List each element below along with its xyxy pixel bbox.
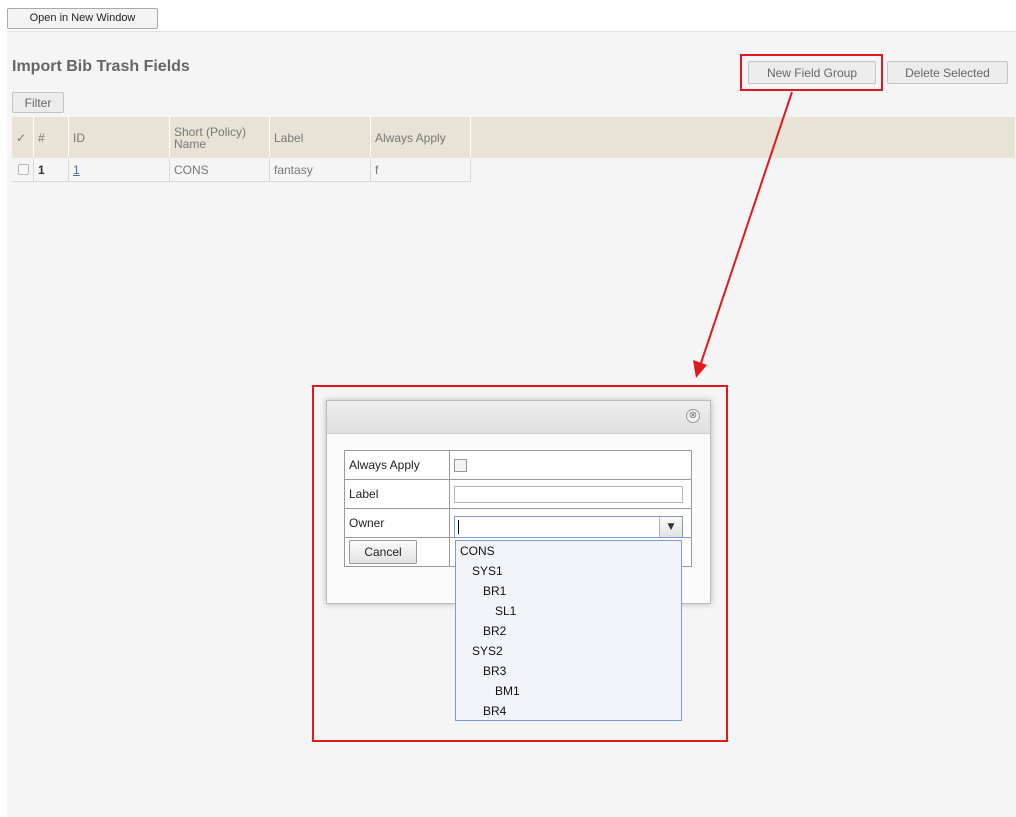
owner-option-br4[interactable]: BR4 xyxy=(483,704,506,718)
column-header-label[interactable]: Label xyxy=(270,117,371,158)
highlight-new-field-group xyxy=(740,54,883,91)
always-apply-checkbox[interactable] xyxy=(454,458,467,472)
owner-dropdown-list: CONS SYS1 BR1 SL1 BR2 SYS2 BR3 BM1 BR4 xyxy=(455,540,682,721)
table-row: 1 1 CONS fantasy f xyxy=(12,158,471,182)
select-all-header[interactable]: ✓ xyxy=(12,117,34,158)
always-apply-value-cell xyxy=(449,450,692,480)
owner-option-sl1[interactable]: SL1 xyxy=(495,604,516,618)
column-header-id[interactable]: ID xyxy=(69,117,170,158)
delete-selected-button[interactable]: Delete Selected xyxy=(887,61,1008,84)
label-row: Label xyxy=(344,479,692,509)
always-apply-row: Always Apply xyxy=(344,450,692,480)
row-short-name: CONS xyxy=(170,158,270,182)
column-header-number: # xyxy=(34,117,69,158)
always-apply-label: Always Apply xyxy=(344,450,450,480)
row-number: 1 xyxy=(34,158,69,182)
owner-select[interactable]: ▼ xyxy=(454,516,683,538)
row-select-cell xyxy=(12,158,34,182)
label-value-cell xyxy=(449,479,692,509)
row-id-cell: 1 xyxy=(69,158,170,182)
close-icon[interactable]: ⊗ xyxy=(686,409,700,423)
owner-option-br1[interactable]: BR1 xyxy=(483,584,506,598)
dialog-titlebar[interactable]: ⊗ xyxy=(327,401,710,434)
owner-option-cons[interactable]: CONS xyxy=(460,544,495,558)
page-title: Import Bib Trash Fields xyxy=(12,58,190,75)
cancel-button[interactable]: Cancel xyxy=(349,540,417,564)
label-input[interactable] xyxy=(454,485,683,503)
owner-option-bm1[interactable]: BM1 xyxy=(495,684,520,698)
cancel-cell: Cancel xyxy=(344,537,450,567)
row-label: fantasy xyxy=(270,158,371,182)
text-caret xyxy=(458,520,459,534)
label-field-label: Label xyxy=(344,479,450,509)
owner-field-label: Owner xyxy=(344,508,450,538)
column-header-always-apply[interactable]: Always Apply xyxy=(371,117,471,158)
owner-option-sys1[interactable]: SYS1 xyxy=(472,564,503,578)
chevron-down-icon[interactable]: ▼ xyxy=(659,517,682,537)
owner-option-br2[interactable]: BR2 xyxy=(483,624,506,638)
open-in-new-window-button[interactable]: Open in New Window xyxy=(7,8,158,29)
row-checkbox[interactable] xyxy=(18,164,29,175)
owner-option-sys2[interactable]: SYS2 xyxy=(472,644,503,658)
column-header-short-name[interactable]: Short (Policy) Name xyxy=(170,117,270,158)
grid-header: ✓ # ID Short (Policy) Name Label Always … xyxy=(12,117,1015,158)
owner-option-br3[interactable]: BR3 xyxy=(483,664,506,678)
filter-button[interactable]: Filter xyxy=(12,92,64,113)
row-id-link[interactable]: 1 xyxy=(73,163,80,177)
row-always-apply: f xyxy=(371,158,471,182)
